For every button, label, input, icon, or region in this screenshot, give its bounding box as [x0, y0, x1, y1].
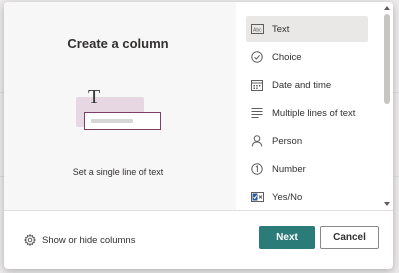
- column-type-scrollbar[interactable]: [381, 2, 393, 210]
- column-type-multiple-lines-of-text[interactable]: Multiple lines of text: [246, 100, 368, 126]
- dialog-title: Create a column: [67, 36, 169, 51]
- scroll-down-arrow-icon[interactable]: [384, 202, 390, 206]
- create-column-dialog: Create a column T Set a single line of t…: [4, 2, 393, 269]
- cancel-button[interactable]: Cancel: [320, 226, 379, 249]
- next-button[interactable]: Next: [259, 226, 315, 249]
- column-type-number[interactable]: Number: [246, 156, 368, 182]
- svg-text:Abc: Abc: [253, 28, 262, 34]
- column-type-date-and-time[interactable]: Date and time: [246, 72, 368, 98]
- gear-icon: [24, 234, 36, 246]
- column-type-text[interactable]: Abc Text: [246, 16, 368, 42]
- column-type-label: Yes/No: [272, 191, 303, 203]
- column-type-label: Text: [272, 23, 290, 35]
- illustration-placeholder-bar: [91, 119, 133, 123]
- show-or-hide-columns-label: Show or hide columns: [42, 234, 136, 246]
- column-type-description: Set a single line of text: [72, 167, 164, 177]
- footer-divider: [4, 210, 393, 211]
- illustration-letter: T: [88, 86, 101, 108]
- show-or-hide-columns-link[interactable]: Show or hide columns: [24, 231, 135, 249]
- scroll-up-arrow-icon[interactable]: [384, 6, 390, 10]
- preview-pane: Create a column T Set a single line of t…: [4, 2, 236, 210]
- person-icon: [250, 134, 264, 148]
- choice-icon: [250, 50, 264, 64]
- column-type-label: Number: [272, 163, 306, 175]
- column-type-yes-no[interactable]: Yes/No: [246, 184, 368, 210]
- column-type-label: Choice: [272, 51, 302, 63]
- column-type-label: Person: [272, 135, 303, 147]
- yes-no-icon: [250, 190, 264, 204]
- column-type-label: Date and time: [272, 79, 332, 91]
- column-type-person[interactable]: Person: [246, 128, 368, 154]
- column-type-choice[interactable]: Choice: [246, 44, 368, 70]
- number-icon: [250, 162, 264, 176]
- text-column-illustration: T: [74, 86, 170, 134]
- multiline-text-icon: [250, 106, 264, 120]
- calendar-icon: [250, 78, 264, 92]
- column-type-list: Abc Text Choice Date and time Multiple l…: [240, 2, 382, 210]
- illustration-text-field: [84, 112, 161, 130]
- text-icon: Abc: [250, 22, 264, 36]
- column-type-label: Multiple lines of text: [272, 107, 356, 119]
- scrollbar-thumb[interactable]: [384, 14, 390, 104]
